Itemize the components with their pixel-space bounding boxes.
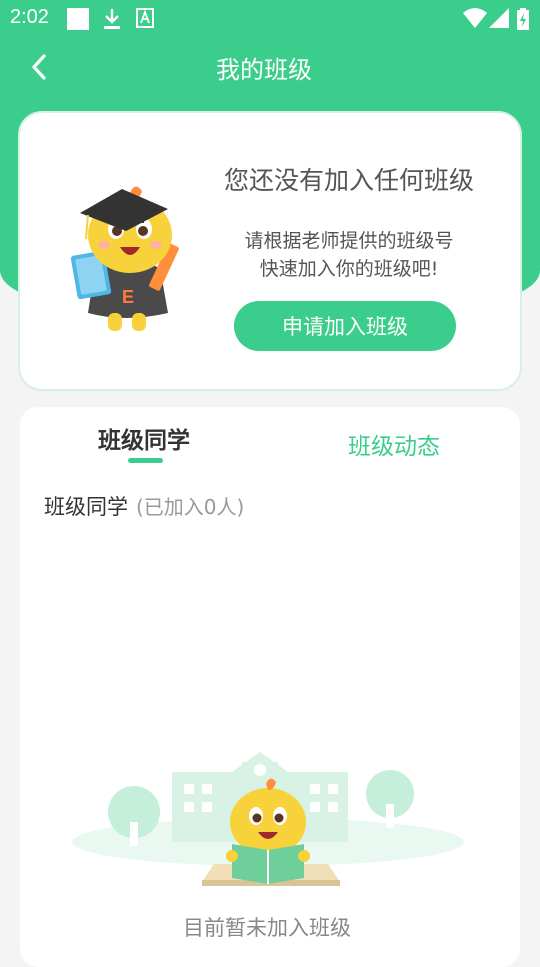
card-heading: 您还没有加入任何班级 <box>223 166 474 195</box>
download-icon <box>104 9 120 29</box>
wifi-icon <box>463 8 487 28</box>
status-time: 2:02 <box>10 6 49 28</box>
card-description: 请根据老师提供的班级号 快速加入你的班级吧! <box>210 227 488 283</box>
tab-classmates[interactable]: 班级同学 <box>98 421 190 455</box>
class-panel: 班级同学 班级动态 班级同学 (已加入0人) 目前暂未加入班级 <box>20 407 520 967</box>
status-bar: 2:02 <box>0 0 540 36</box>
join-class-card: E 您还没有加入任何班级 请根据老师提供的班级号 快速加入你的班级吧! 申请加入… <box>18 111 522 391</box>
apply-join-class-button[interactable]: 申请加入班级 <box>234 301 456 351</box>
font-a-icon <box>136 8 154 28</box>
card-desc-line1: 请根据老师提供的班级号 <box>244 230 454 252</box>
classmates-label: 班级同学 <box>44 495 128 519</box>
page-title: 我的班级 <box>216 56 312 84</box>
tab-class-activity[interactable]: 班级动态 <box>348 427 440 461</box>
classmates-section-label: 班级同学 (已加入0人) <box>44 491 244 521</box>
reading-dragon-school-illustration-icon <box>72 752 464 886</box>
empty-state-text: 目前暂未加入班级 <box>183 916 351 940</box>
card-desc-line2: 快速加入你的班级吧! <box>259 258 439 280</box>
graduate-dragon-mascot-icon: E <box>70 186 179 331</box>
notification-square-icon <box>67 8 89 30</box>
active-tab-indicator <box>128 458 163 463</box>
svg-text:E: E <box>122 287 134 307</box>
signal-icon <box>489 8 509 28</box>
classmates-count: (已加入0人) <box>136 495 245 519</box>
battery-charging-icon <box>517 8 529 30</box>
